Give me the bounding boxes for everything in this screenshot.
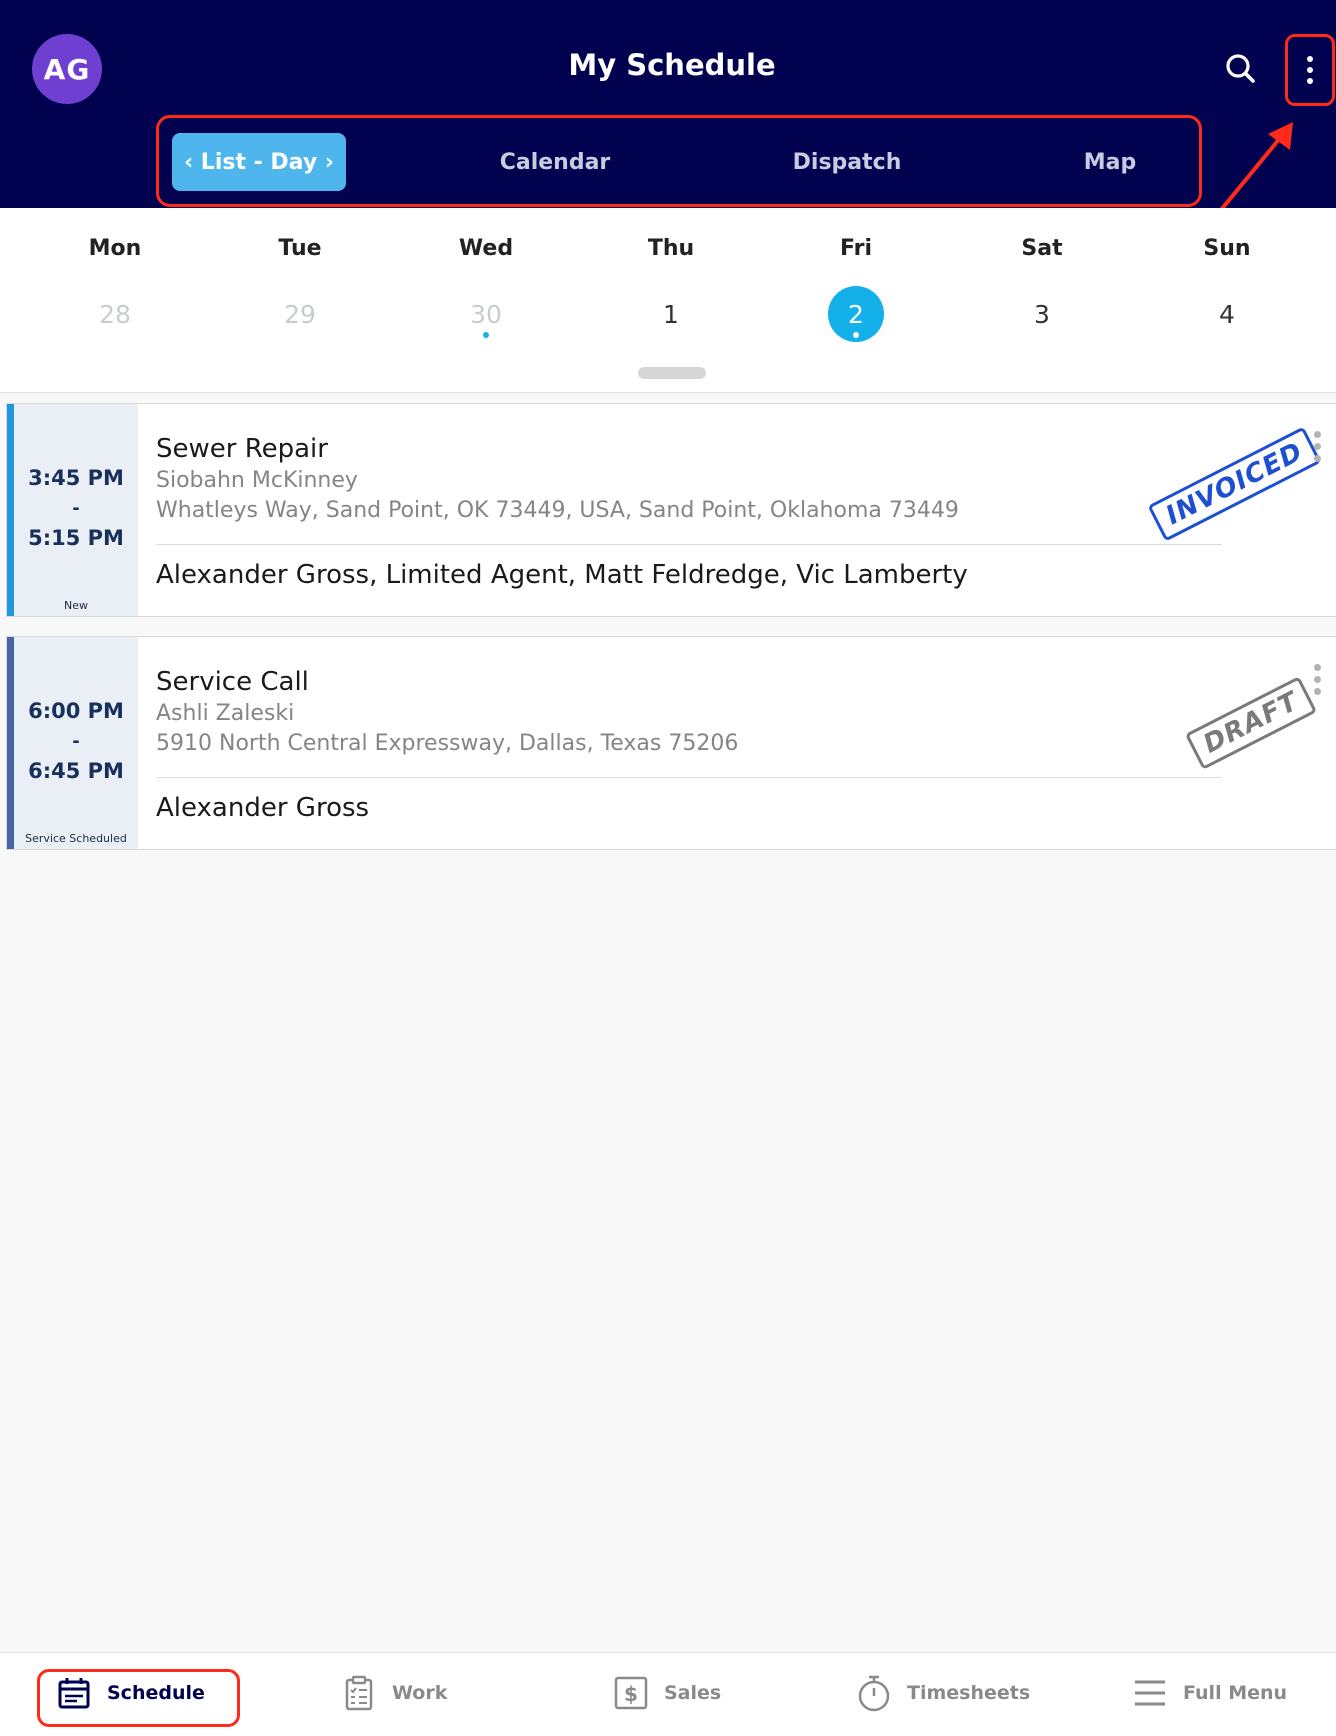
week-strip: Mon 28 Tue 29 Wed 30 Thu 1 Fri 2 Sat 3 S… bbox=[0, 208, 1336, 393]
calendar-icon bbox=[58, 1678, 90, 1709]
page-title: My Schedule bbox=[568, 48, 776, 82]
time-separator: - bbox=[72, 498, 80, 519]
has-jobs-dot bbox=[483, 332, 489, 338]
day-name: Tue bbox=[278, 236, 322, 261]
divider bbox=[156, 544, 1222, 545]
nav-label: Schedule bbox=[107, 1682, 205, 1704]
nav-timesheets[interactable]: Timesheets bbox=[857, 1663, 1030, 1723]
job-title: Sewer Repair bbox=[156, 434, 328, 464]
stopwatch-icon bbox=[858, 1675, 890, 1712]
day-number: 4 bbox=[1219, 299, 1235, 329]
drag-handle[interactable] bbox=[638, 367, 706, 379]
job-status: Service Scheduled bbox=[25, 832, 127, 845]
assigned-crew: Alexander Gross, Limited Agent, Matt Fel… bbox=[156, 560, 968, 590]
job-title: Service Call bbox=[156, 667, 309, 697]
nav-work[interactable]: Work bbox=[342, 1663, 447, 1723]
day-number: 29 bbox=[284, 299, 316, 329]
tab-calendar[interactable]: Calendar bbox=[465, 133, 645, 191]
invoiced-stamp: INVOICED bbox=[1147, 426, 1322, 542]
more-vertical-icon[interactable] bbox=[1285, 34, 1335, 106]
draft-stamp: DRAFT bbox=[1184, 676, 1318, 770]
search-icon[interactable] bbox=[1224, 52, 1258, 86]
end-time: 5:15 PM bbox=[28, 526, 124, 550]
day-number: 3 bbox=[1034, 299, 1050, 329]
tab-list-day[interactable]: ‹ List - Day › bbox=[172, 133, 346, 191]
nav-label: Sales bbox=[664, 1682, 722, 1704]
nav-schedule[interactable]: Schedule bbox=[57, 1663, 205, 1723]
customer-name: Ashli Zaleski bbox=[156, 701, 295, 726]
divider bbox=[156, 777, 1222, 778]
day-number: 1 bbox=[663, 299, 679, 329]
time-separator: - bbox=[72, 731, 80, 752]
svg-text:$: $ bbox=[624, 1682, 638, 1706]
nav-label: Full Menu bbox=[1183, 1682, 1288, 1704]
bottom-nav: Schedule Work $ Sales Timesheets Full Me… bbox=[0, 1652, 1336, 1736]
day-name: Wed bbox=[458, 236, 514, 261]
day-name: Fri bbox=[839, 236, 872, 261]
menu-icon bbox=[1135, 1680, 1165, 1706]
day-name: Sat bbox=[1021, 236, 1063, 261]
day-number: 28 bbox=[99, 299, 131, 329]
nav-full-menu[interactable]: Full Menu bbox=[1133, 1663, 1287, 1723]
view-tabs: ‹ List - Day › Calendar Dispatch Map bbox=[156, 115, 1202, 207]
nav-label: Timesheets bbox=[907, 1682, 1031, 1704]
nav-sales[interactable]: $ Sales bbox=[614, 1663, 721, 1723]
has-jobs-dot bbox=[853, 332, 859, 338]
dollar-icon: $ bbox=[614, 1676, 648, 1710]
job-status: New bbox=[64, 599, 88, 612]
day-name: Thu bbox=[647, 236, 695, 261]
day-name: Mon bbox=[88, 236, 142, 261]
clipboard-icon bbox=[345, 1675, 373, 1711]
job-card[interactable]: 6:00 PM - 6:45 PM Service Scheduled Serv… bbox=[6, 636, 1336, 850]
job-address: 5910 North Central Expressway, Dallas, T… bbox=[156, 731, 739, 756]
job-card[interactable]: 3:45 PM - 5:15 PM New Sewer Repair Sioba… bbox=[6, 403, 1336, 617]
start-time: 3:45 PM bbox=[28, 466, 124, 490]
card-more-icon[interactable] bbox=[1305, 659, 1329, 699]
start-time: 6:00 PM bbox=[28, 699, 124, 723]
nav-label: Work bbox=[392, 1682, 448, 1704]
day-name: Sun bbox=[1203, 236, 1251, 261]
assigned-crew: Alexander Gross bbox=[156, 793, 370, 823]
customer-name: Siobahn McKinney bbox=[156, 468, 358, 493]
job-address: Whatleys Way, Sand Point, OK 73449, USA,… bbox=[156, 498, 959, 523]
card-more-icon[interactable] bbox=[1305, 426, 1329, 466]
tab-dispatch[interactable]: Dispatch bbox=[757, 133, 937, 191]
end-time: 6:45 PM bbox=[28, 759, 124, 783]
